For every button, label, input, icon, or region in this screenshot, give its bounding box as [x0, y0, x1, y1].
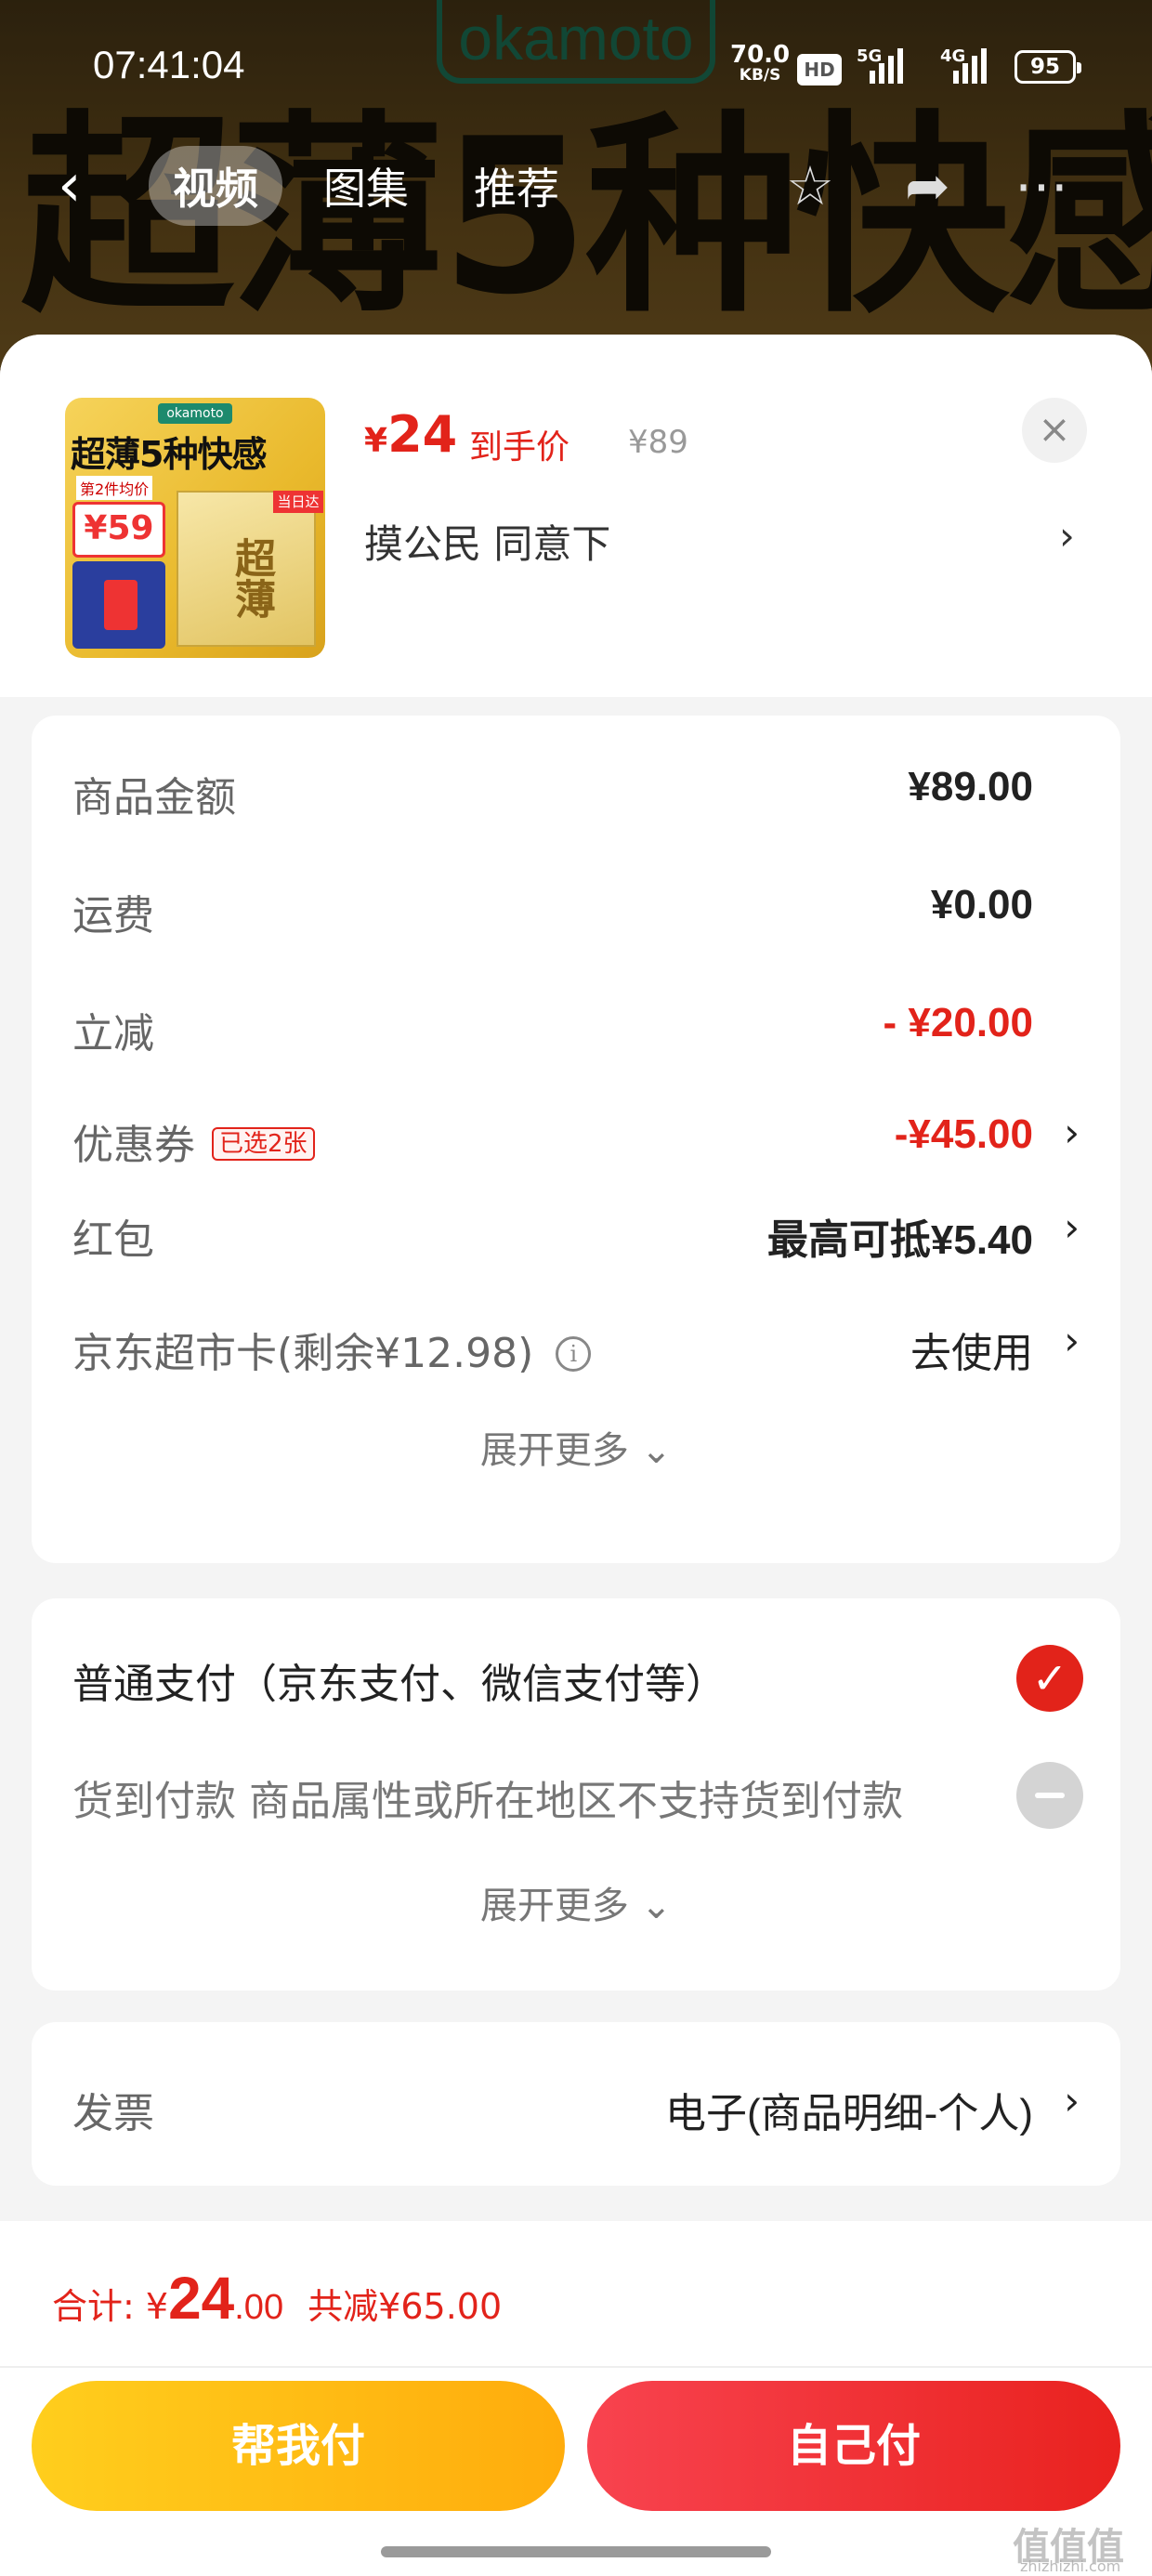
favorite-star-icon[interactable]: ☆	[786, 156, 834, 216]
expand-more-summary[interactable]: 展开更多 ⌄	[32, 1420, 1120, 1474]
final-price: ¥24	[364, 405, 457, 464]
row-supermarket-card[interactable]: 京东超市卡(剩余¥12.98) i 去使用 ›	[72, 1307, 1080, 1381]
total-prefix: 合计: ¥	[52, 2286, 169, 2327]
spec-chevron-right-icon[interactable]: ›	[1059, 513, 1075, 559]
thumbnail-price: ¥59	[72, 502, 165, 558]
product-thumbnail[interactable]: okamoto 超薄5种快感 第2件均价 ¥59 超薄 当日达	[65, 398, 325, 658]
back-icon[interactable]: ‹	[58, 156, 82, 216]
info-icon[interactable]: i	[556, 1336, 592, 1372]
checkmark-icon[interactable]: ✓	[1016, 1645, 1083, 1712]
row-invoice[interactable]: 发票 电子(商品明细-个人) ›	[72, 2067, 1080, 2141]
thumbnail-promo-panel	[72, 561, 165, 649]
signal-4g-icon: 4G	[940, 46, 996, 84]
network-speed: 70.0 KB/S	[730, 41, 791, 85]
supermarket-card-label: 京东超市卡(剩余¥12.98)	[72, 1330, 534, 1377]
nav-tabs: 视频 图集 推荐	[149, 146, 583, 226]
thumbnail-same-day-badge: 当日达	[273, 491, 323, 513]
close-button[interactable]: ×	[1022, 398, 1087, 463]
red-packet-label: 红包	[72, 1216, 154, 1264]
final-price-value: 24	[387, 405, 458, 464]
network-speed-value: 70.0	[730, 41, 791, 69]
payment-option-cod: 货到付款 商品属性或所在地区不支持货到付款	[72, 1749, 1083, 1833]
home-indicator[interactable]	[381, 2546, 771, 2557]
status-bar: 07:41:04 70.0 KB/S HD 5G 4G 95	[0, 0, 1152, 130]
tab-gallery[interactable]: 图集	[299, 146, 433, 226]
supermarket-card-value: 去使用	[910, 1331, 1033, 1376]
self-pay-button[interactable]: 自己付	[587, 2381, 1120, 2511]
supermarket-card-chevron-right-icon[interactable]: ›	[1064, 1318, 1080, 1363]
invoice-card[interactable]: 发票 电子(商品明细-个人) ›	[32, 2022, 1120, 2186]
total-decimal: .00	[234, 2288, 284, 2327]
final-price-label: 到手价	[469, 428, 570, 467]
red-packet-chevron-right-icon[interactable]: ›	[1064, 1204, 1080, 1250]
battery-icon: 95	[1015, 50, 1081, 84]
signal-5g-icon: 5G	[857, 46, 912, 84]
original-price: ¥89	[628, 424, 688, 461]
total-saved: 共减¥65.00	[308, 2286, 503, 2327]
red-packet-value: 最高可抵¥5.40	[766, 1217, 1033, 1263]
total-integer: 24	[168, 2265, 235, 2332]
payment-method-card: 普通支付（京东支付、微信支付等） ✓ 货到付款 商品属性或所在地区不支持货到付款…	[32, 1598, 1120, 1991]
status-time: 07:41:04	[93, 43, 245, 86]
help-pay-button[interactable]: 帮我付	[32, 2381, 565, 2511]
payment-option-standard[interactable]: 普通支付（京东支付、微信支付等） ✓	[72, 1632, 1083, 1715]
share-icon[interactable]: ➦	[905, 156, 950, 216]
invoice-value: 电子(商品明细-个人)	[665, 2091, 1033, 2136]
invoice-label: 发票	[72, 2090, 154, 2137]
payment-option-standard-label: 普通支付（京东支付、微信支付等）	[72, 1661, 727, 1708]
product-header: okamoto 超薄5种快感 第2件均价 ¥59 超薄 当日达 ¥24 到手价 …	[0, 335, 1152, 697]
watermark-url: zhizhizhi.com	[1020, 2557, 1121, 2575]
price-summary-card-continued: 红包 最高可抵¥5.40 › 京东超市卡(剩余¥12.98) i 去使用 › 展开…	[32, 1180, 1120, 1563]
tab-recommend[interactable]: 推荐	[450, 146, 583, 226]
divider	[0, 2366, 1152, 2368]
thumbnail-box-text: 超薄	[228, 537, 275, 619]
invoice-chevron-right-icon[interactable]: ›	[1064, 2078, 1080, 2123]
payment-option-cod-label: 货到付款 商品属性或所在地区不支持货到付款	[72, 1778, 903, 1825]
tab-video[interactable]: 视频	[149, 146, 282, 226]
more-icon[interactable]: ⋯	[1015, 156, 1068, 216]
thumbnail-subtitle: 第2件均价	[76, 476, 153, 500]
total-summary: 合计: ¥24.00 共减¥65.00	[52, 2264, 502, 2333]
product-spec[interactable]: 摸公民 同意下	[364, 513, 610, 570]
row-red-packet[interactable]: 红包 最高可抵¥5.40 ›	[72, 1193, 1080, 1268]
top-nav: ‹ 视频 图集 推荐 ☆ ➦ ⋯	[0, 139, 1152, 232]
hd-icon: HD	[797, 54, 842, 85]
thumbnail-brand: okamoto	[158, 403, 232, 424]
disabled-minus-icon	[1016, 1762, 1083, 1829]
final-price-currency: ¥	[364, 422, 388, 460]
checkout-bar: 合计: ¥24.00 共减¥65.00 帮我付 自己付	[0, 2221, 1152, 2576]
expand-more-payment[interactable]: 展开更多 ⌄	[32, 1875, 1120, 1929]
supermarket-card-label-wrap: 京东超市卡(剩余¥12.98) i	[72, 1320, 592, 1379]
thumbnail-title: 超薄5种快感	[71, 434, 267, 475]
